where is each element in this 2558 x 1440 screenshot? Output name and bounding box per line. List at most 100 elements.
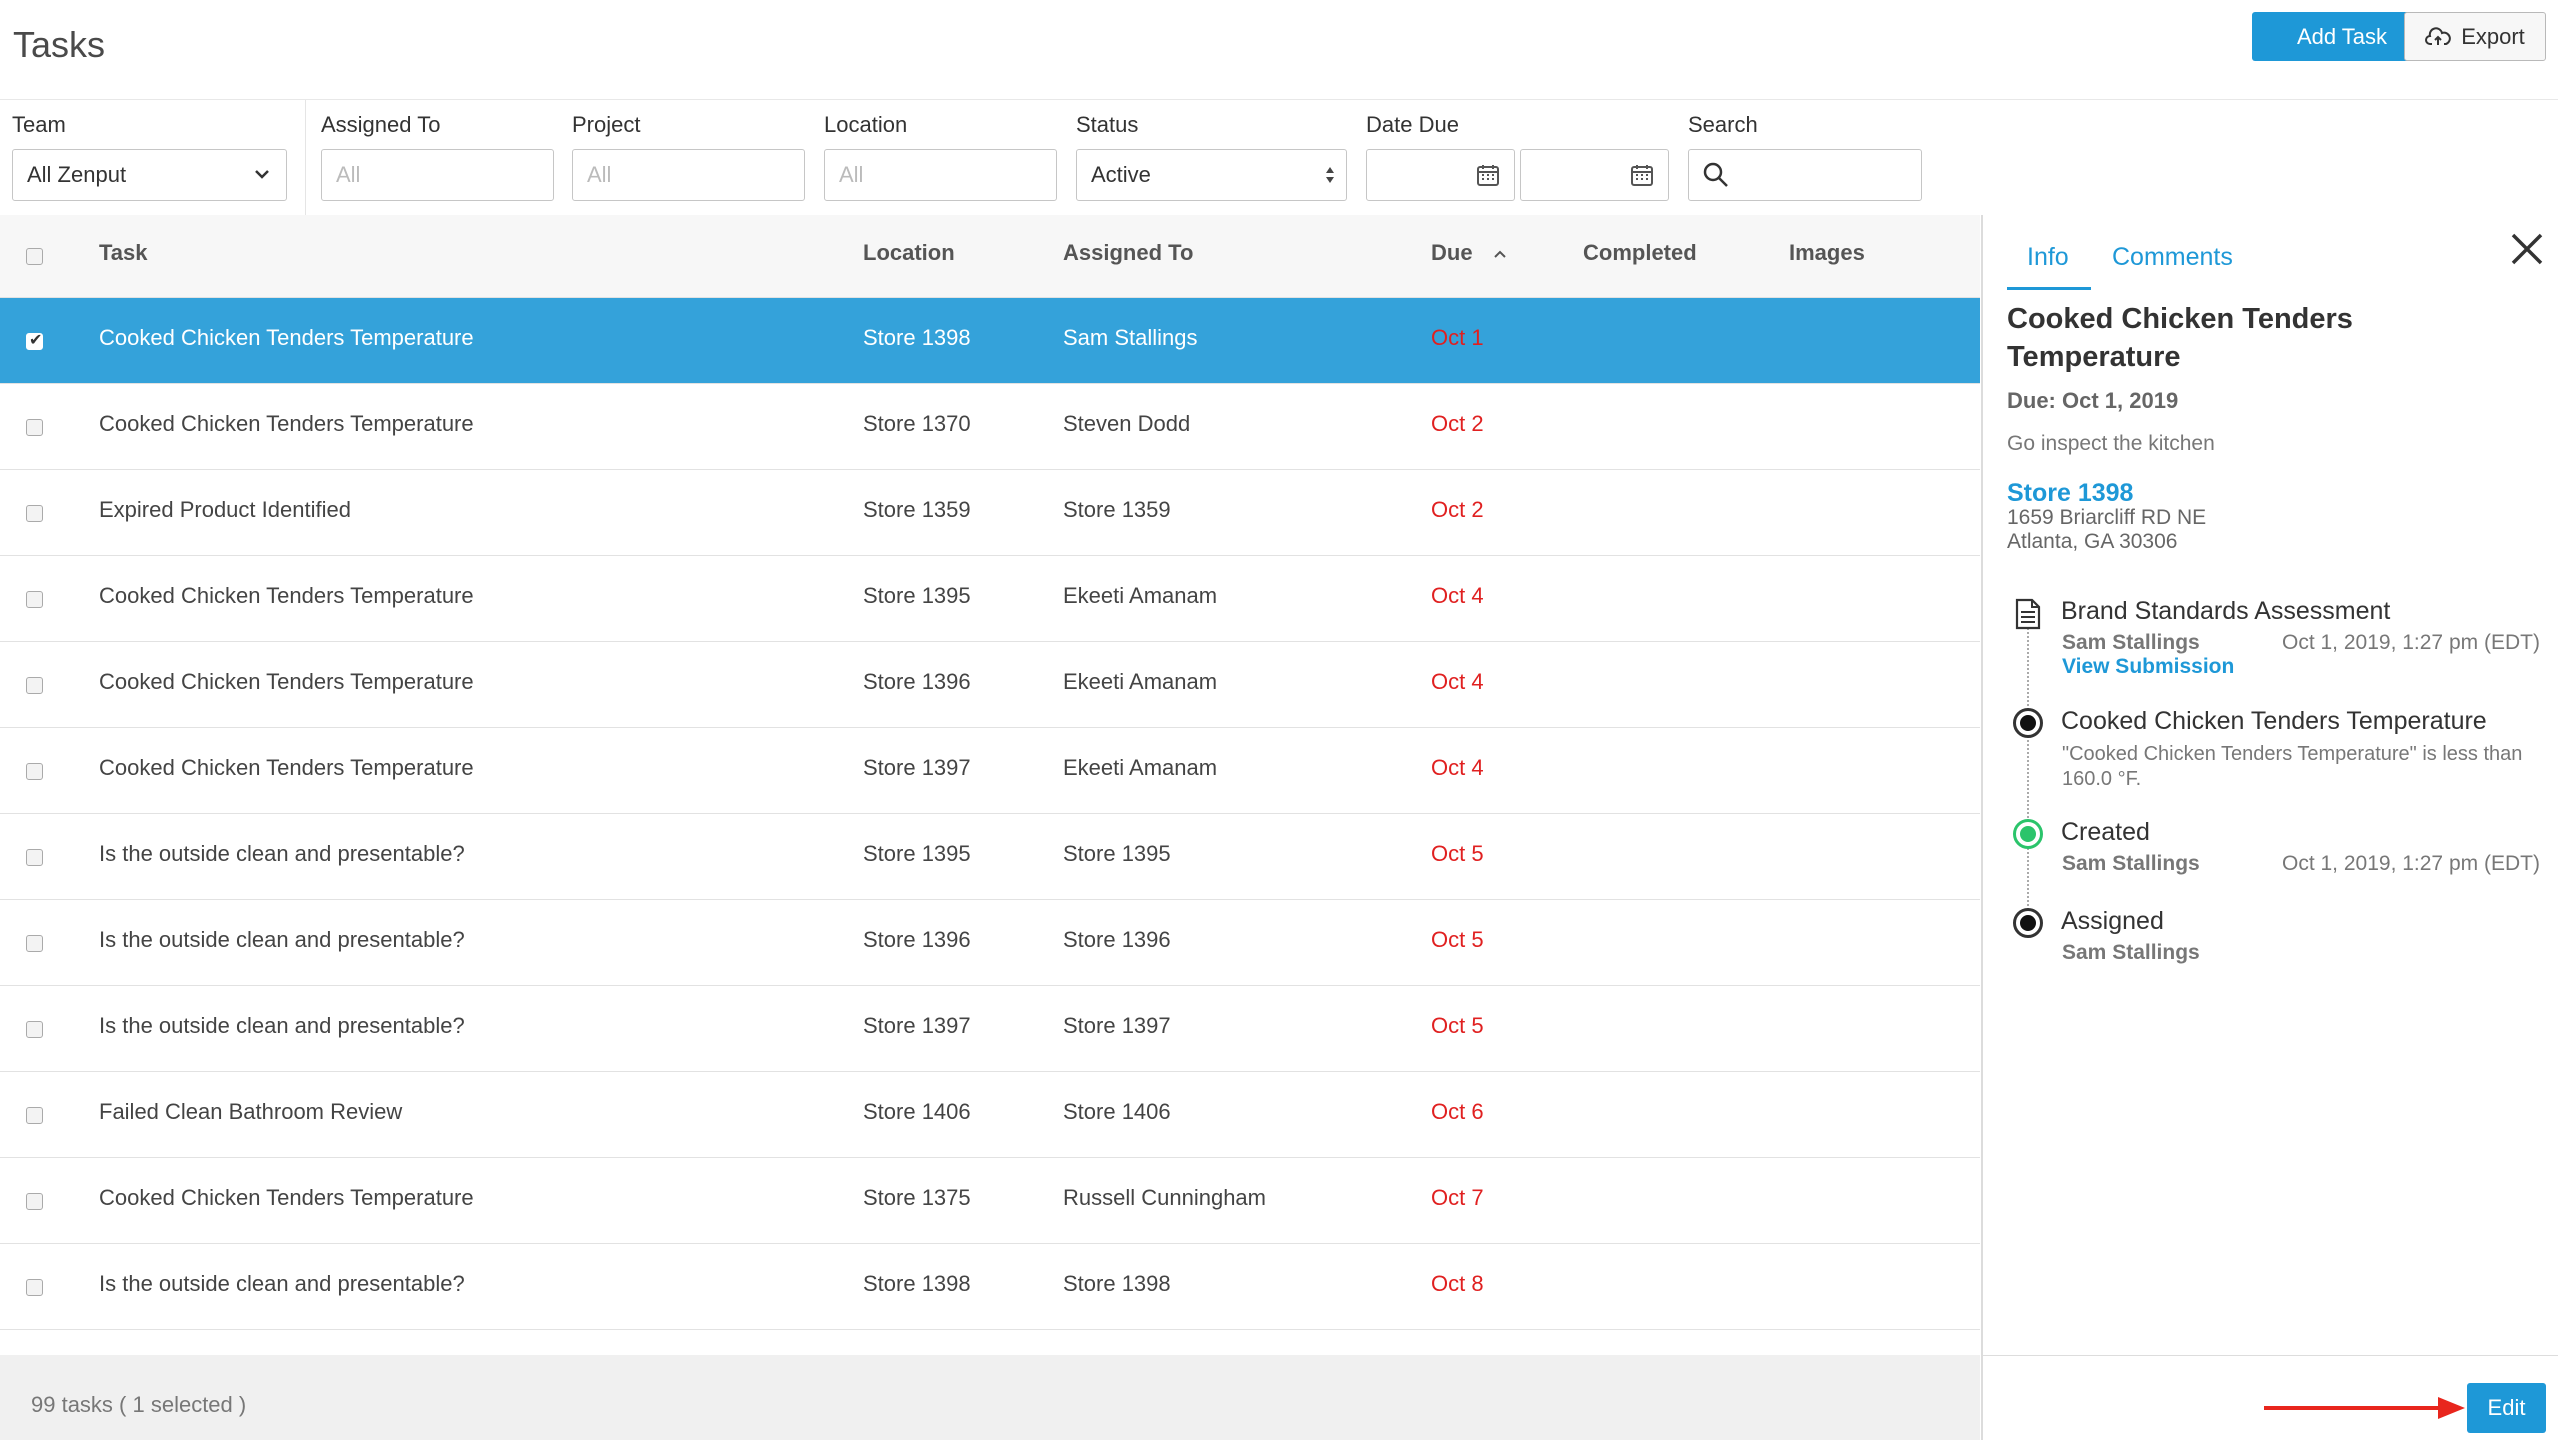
location-cell: Store 1396 bbox=[863, 927, 971, 952]
table-row[interactable]: Expired Product Identified Store 1359 Stor… bbox=[0, 470, 1980, 556]
timeline-item-date: Oct 1, 2019, 1:27 pm (EDT) bbox=[2282, 631, 2540, 654]
document-icon bbox=[2015, 598, 2041, 630]
task-cell: Failed Clean Bathroom Review bbox=[99, 1099, 403, 1124]
location-cell: Store 1370 bbox=[863, 411, 971, 436]
location-cell: Store 1395 bbox=[863, 841, 971, 866]
task-cell: Is the outside clean and presentable? bbox=[99, 1013, 465, 1038]
date-due-filter-label: Date Due bbox=[1366, 112, 1459, 137]
column-header-due[interactable]: Due bbox=[1431, 240, 1507, 266]
search-input[interactable] bbox=[1688, 149, 1922, 201]
assigned-to-cell: Store 1359 bbox=[1063, 497, 1171, 522]
export-button[interactable]: Export bbox=[2404, 12, 2546, 61]
assigned-to-cell: Ekeeti Amanam bbox=[1063, 669, 1218, 694]
task-detail-store-link[interactable]: Store 1398 bbox=[2007, 479, 2133, 508]
column-header-images[interactable]: Images bbox=[1789, 240, 1865, 266]
panel-footer-divider bbox=[1983, 1355, 2558, 1356]
timeline-item-note: "Cooked Chicken Tenders Temperature" is … bbox=[2062, 743, 2523, 790]
task-cell: Cooked Chicken Tenders Temperature bbox=[99, 583, 474, 608]
view-submission-link[interactable]: View Submission bbox=[2062, 655, 2234, 679]
table-row[interactable]: Failed Clean Bathroom Review Store 1406 St… bbox=[0, 1072, 1980, 1158]
date-due-end-input[interactable] bbox=[1520, 149, 1669, 201]
store-address-line2: Atlanta, GA 30306 bbox=[2007, 530, 2178, 553]
due-cell: Oct 2 bbox=[1431, 411, 1484, 436]
cloud-upload-icon bbox=[2425, 26, 2452, 45]
tab-info[interactable]: Info bbox=[2027, 243, 2069, 272]
status-select[interactable]: Active bbox=[1076, 149, 1347, 201]
timeline-item-user: Sam Stallings bbox=[2062, 941, 2200, 964]
row-checkbox[interactable] bbox=[26, 1107, 43, 1124]
table-row[interactable]: Cooked Chicken Tenders Temperature Store … bbox=[0, 1158, 1980, 1244]
row-checkbox[interactable] bbox=[26, 505, 43, 522]
column-header-task[interactable]: Task bbox=[99, 240, 148, 266]
row-checkbox[interactable] bbox=[26, 763, 43, 780]
row-checkbox[interactable] bbox=[26, 677, 43, 694]
page-title: Tasks bbox=[13, 24, 106, 65]
timeline-dot bbox=[2013, 708, 2043, 738]
assigned-to-cell: Russell Cunningham bbox=[1063, 1185, 1266, 1210]
row-checkbox[interactable] bbox=[26, 1279, 43, 1296]
table-row[interactable]: Cooked Chicken Tenders Temperature Store … bbox=[0, 642, 1980, 728]
table-row[interactable]: Cooked Chicken Tenders Temperature Store … bbox=[0, 728, 1980, 814]
status-select-value: Active bbox=[1091, 162, 1151, 187]
select-all-checkbox[interactable] bbox=[26, 248, 43, 265]
tab-comments[interactable]: Comments bbox=[2112, 243, 2233, 272]
timeline-dot-created bbox=[2013, 819, 2043, 849]
timeline-item-date: Oct 1, 2019, 1:27 pm (EDT) bbox=[2282, 852, 2540, 875]
task-cell: Cooked Chicken Tenders Temperature bbox=[99, 669, 474, 694]
assigned-to-cell: Sam Stallings bbox=[1063, 325, 1198, 350]
row-checkbox[interactable] bbox=[26, 849, 43, 866]
table-row[interactable]: Cooked Chicken Tenders Temperature Store … bbox=[0, 556, 1980, 642]
row-checkbox[interactable]: ✔ bbox=[26, 332, 43, 350]
arrow-right-icon bbox=[2264, 1397, 2465, 1419]
date-due-start-input[interactable] bbox=[1366, 149, 1515, 201]
table-row[interactable]: Cooked Chicken Tenders Temperature Store … bbox=[0, 384, 1980, 470]
table-row[interactable]: Is the outside clean and presentable? Sto… bbox=[0, 900, 1980, 986]
timeline-item-title: Assigned bbox=[2061, 907, 2164, 935]
table-row[interactable]: ✔ Cooked Chicken Tenders Temperature Store… bbox=[0, 298, 1980, 384]
due-cell: Oct 5 bbox=[1431, 1013, 1484, 1038]
row-checkbox[interactable] bbox=[26, 935, 43, 952]
assigned-to-cell: Store 1406 bbox=[1063, 1099, 1171, 1124]
assigned-to-filter-label: Assigned To bbox=[321, 112, 441, 137]
team-select[interactable]: All Zenput bbox=[12, 149, 287, 201]
project-filter-label: Project bbox=[572, 112, 641, 137]
due-cell: Oct 8 bbox=[1431, 1271, 1484, 1296]
search-icon bbox=[1703, 162, 1728, 187]
project-filter-input[interactable]: All bbox=[572, 149, 805, 201]
table-row[interactable]: Is the outside clean and presentable? Sto… bbox=[0, 986, 1980, 1072]
row-checkbox[interactable] bbox=[26, 419, 43, 436]
column-header-location[interactable]: Location bbox=[863, 240, 955, 266]
row-checkbox[interactable] bbox=[26, 591, 43, 608]
task-count: 99 tasks ( 1 selected ) bbox=[31, 1392, 247, 1417]
location-cell: Store 1397 bbox=[863, 1013, 971, 1038]
task-cell: Cooked Chicken Tenders Temperature bbox=[99, 1185, 474, 1210]
row-checkbox[interactable] bbox=[26, 1021, 43, 1038]
export-label: Export bbox=[2461, 23, 2525, 49]
table-row[interactable]: Is the outside clean and presentable? Sto… bbox=[0, 814, 1980, 900]
location-filter-input[interactable]: All bbox=[824, 149, 1057, 201]
due-cell: Oct 2 bbox=[1431, 497, 1484, 522]
edit-button[interactable]: Edit bbox=[2467, 1383, 2546, 1433]
column-header-assigned-to[interactable]: Assigned To bbox=[1063, 240, 1193, 266]
sort-asc-icon bbox=[1493, 250, 1506, 258]
task-detail-due: Due: Oct 1, 2019 bbox=[2007, 388, 2179, 413]
calendar-icon bbox=[1477, 165, 1499, 186]
column-header-completed[interactable]: Completed bbox=[1583, 240, 1697, 266]
page-header: Tasks Add Task Export bbox=[0, 0, 2558, 100]
location-filter-label: Location bbox=[824, 112, 908, 137]
location-cell: Store 1406 bbox=[863, 1099, 971, 1124]
assigned-to-filter-input[interactable]: All bbox=[321, 149, 554, 201]
task-detail-title: Cooked Chicken Tenders Temperature bbox=[2007, 303, 2353, 373]
assigned-to-cell: Store 1397 bbox=[1063, 1013, 1171, 1038]
sort-arrows-icon bbox=[1326, 167, 1334, 183]
task-cell: Cooked Chicken Tenders Temperature bbox=[99, 755, 474, 780]
task-cell: Cooked Chicken Tenders Temperature bbox=[99, 411, 474, 436]
chevron-down-icon bbox=[255, 170, 269, 179]
close-icon[interactable] bbox=[2510, 232, 2544, 266]
location-cell: Store 1397 bbox=[863, 755, 971, 780]
assigned-to-cell: Ekeeti Amanam bbox=[1063, 755, 1218, 780]
calendar-icon bbox=[1631, 165, 1653, 186]
status-filter-label: Status bbox=[1076, 112, 1139, 137]
table-row[interactable]: Is the outside clean and presentable? Sto… bbox=[0, 1244, 1980, 1330]
row-checkbox[interactable] bbox=[26, 1193, 43, 1210]
